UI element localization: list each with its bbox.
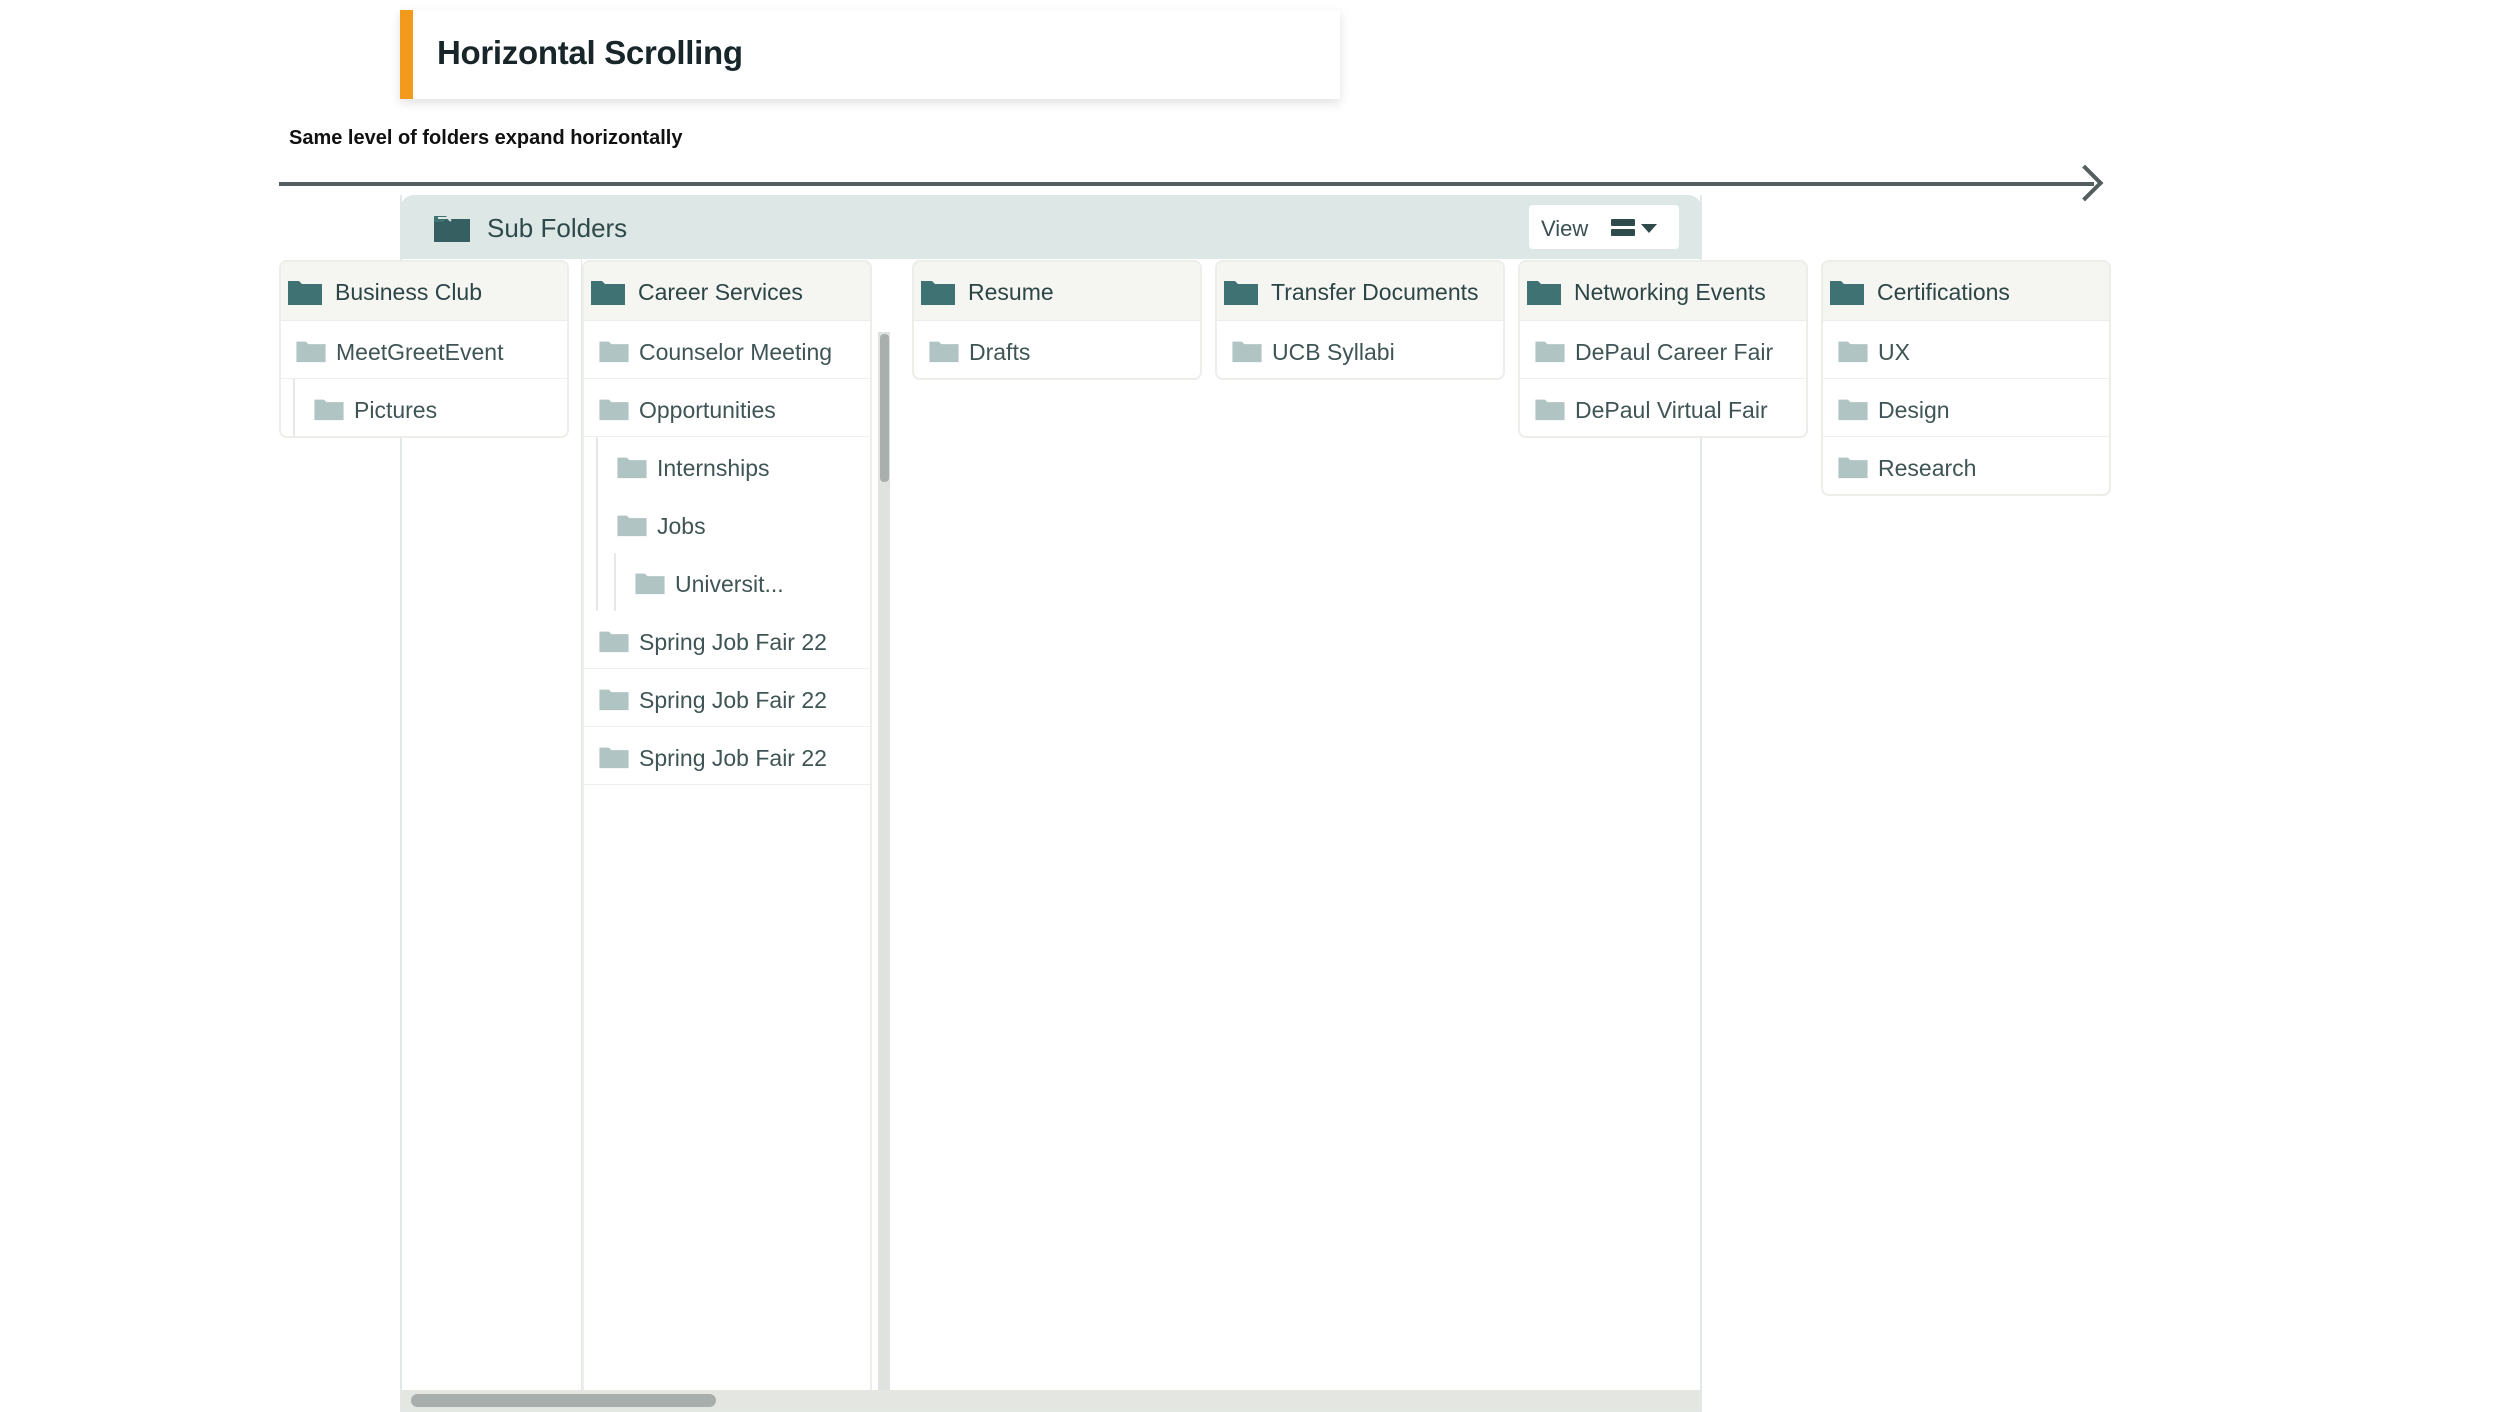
chevron-down-icon — [1641, 224, 1657, 233]
panel-header: Sub Folders View — [400, 195, 1702, 259]
folder-row[interactable]: Design — [1823, 379, 2109, 437]
folder-row[interactable]: Opportunities — [584, 379, 870, 437]
folder-column: Resume Drafts — [912, 260, 1202, 380]
folder-icon — [1223, 278, 1259, 306]
folder-label: Universit... — [675, 571, 784, 597]
folder-row[interactable]: MeetGreetEvent — [281, 321, 567, 379]
tree-indent-line — [596, 553, 598, 611]
folder-icon — [598, 339, 630, 363]
folder-row[interactable]: Counselor Meeting — [584, 321, 870, 379]
folder-row[interactable]: DePaul Virtual Fair — [1520, 379, 1806, 436]
arrow-right-icon — [2066, 164, 2104, 202]
folder-row[interactable]: Internships — [584, 437, 870, 495]
column-header-label: Networking Events — [1574, 279, 1766, 305]
folder-label: Jobs — [657, 513, 706, 539]
page-title: Horizontal Scrolling — [437, 34, 743, 71]
folder-icon — [1534, 339, 1566, 363]
page-subtitle: Same level of folders expand horizontall… — [289, 127, 683, 149]
column-header-folder[interactable]: Transfer Documents — [1217, 262, 1503, 321]
column-header-label: Transfer Documents — [1271, 279, 1479, 305]
folder-icon — [1231, 339, 1263, 363]
list-view-icon — [1611, 219, 1635, 236]
folder-row[interactable]: Drafts — [914, 321, 1200, 378]
column-header-label: Resume — [968, 279, 1054, 305]
view-label: View — [1541, 216, 1589, 241]
folder-row[interactable]: Spring Job Fair 22 — [584, 669, 870, 727]
column-header-label: Certifications — [1877, 279, 2010, 305]
folder-icon — [295, 339, 327, 363]
title-card: Horizontal Scrolling — [400, 10, 1340, 99]
folder-row[interactable]: Jobs — [584, 495, 870, 553]
folder-label: Spring Job Fair 22 — [639, 687, 827, 713]
folder-label: Opportunities — [639, 397, 776, 423]
folder-label: Pictures — [354, 397, 438, 423]
folder-icon — [1837, 339, 1869, 363]
folder-row[interactable]: DePaul Career Fair — [1520, 321, 1806, 379]
folder-label: DePaul Career Fair — [1575, 339, 1774, 365]
folder-row[interactable]: UX — [1823, 321, 2109, 379]
tree-indent-line — [596, 437, 598, 495]
folder-icon — [928, 339, 960, 363]
folder-icon — [598, 629, 630, 653]
tree-indent-line — [614, 553, 616, 611]
folder-label: Design — [1878, 397, 1950, 423]
folder-label: Drafts — [969, 339, 1031, 365]
tree-indent-line — [596, 495, 598, 553]
folder-icon — [590, 278, 626, 306]
view-dropdown-button[interactable]: View — [1529, 205, 1679, 249]
folder-column: Networking Events DePaul Career Fair DeP… — [1518, 260, 1808, 438]
title-accent-bar — [400, 10, 413, 99]
column-header-folder[interactable]: Networking Events — [1520, 262, 1806, 321]
folder-icon — [287, 278, 323, 306]
folder-icon — [1829, 278, 1865, 306]
column-header-folder[interactable]: Certifications — [1823, 262, 2109, 321]
folder-icon — [1837, 455, 1869, 479]
horizontal-arrow-line — [279, 182, 2094, 186]
folder-row[interactable]: UCB Syllabi — [1217, 321, 1503, 378]
folder-label: Spring Job Fair 22 — [639, 629, 827, 655]
folder-label: DePaul Virtual Fair — [1575, 397, 1768, 423]
folder-icon — [313, 397, 345, 421]
folder-column: Business Club MeetGreetEvent Pictures — [279, 260, 569, 438]
folder-icon — [634, 571, 666, 595]
folder-label: UCB Syllabi — [1272, 339, 1395, 365]
folder-icon — [1837, 397, 1869, 421]
column-header-folder[interactable]: Business Club — [281, 262, 567, 321]
folder-row[interactable]: Spring Job Fair 22 — [584, 611, 870, 669]
vertical-scrollbar-thumb[interactable] — [880, 334, 889, 482]
tree-indent-line — [293, 379, 295, 436]
panel-title: Sub Folders — [487, 213, 628, 243]
folder-icon — [598, 745, 630, 769]
column-header-label: Career Services — [638, 279, 803, 305]
folder-row[interactable]: Research — [1823, 437, 2109, 494]
column-header-folder[interactable]: Career Services — [584, 262, 870, 321]
folder-column: Certifications UX Design Research — [1821, 260, 2111, 496]
folder-label: Spring Job Fair 22 — [639, 745, 827, 771]
folder-label: Counselor Meeting — [639, 339, 833, 365]
folder-label: Internships — [657, 455, 770, 481]
folder-icon — [598, 687, 630, 711]
folder-row[interactable]: Universit... — [584, 553, 870, 611]
vertical-scrollbar-track[interactable] — [878, 332, 890, 1397]
folder-icon — [598, 397, 630, 421]
folder-row[interactable]: Spring Job Fair 22 — [584, 727, 870, 785]
folder-label: UX — [1878, 339, 1910, 365]
folder-row[interactable]: Pictures — [281, 379, 567, 436]
folder-open-icon — [434, 216, 470, 242]
folder-icon — [616, 455, 648, 479]
folder-icon — [616, 513, 648, 537]
column-header-label: Business Club — [335, 279, 483, 305]
folder-icon — [920, 278, 956, 306]
folder-icon — [1526, 278, 1562, 306]
folder-label: Research — [1878, 455, 1977, 481]
folder-label: MeetGreetEvent — [336, 339, 504, 365]
horizontal-scrollbar-thumb[interactable] — [411, 1394, 716, 1407]
column-header-folder[interactable]: Resume — [914, 262, 1200, 321]
folder-column: Transfer Documents UCB Syllabi — [1215, 260, 1505, 380]
folder-icon — [1534, 397, 1566, 421]
folder-column: Career Services Counselor Meeting Opport… — [582, 260, 872, 1400]
